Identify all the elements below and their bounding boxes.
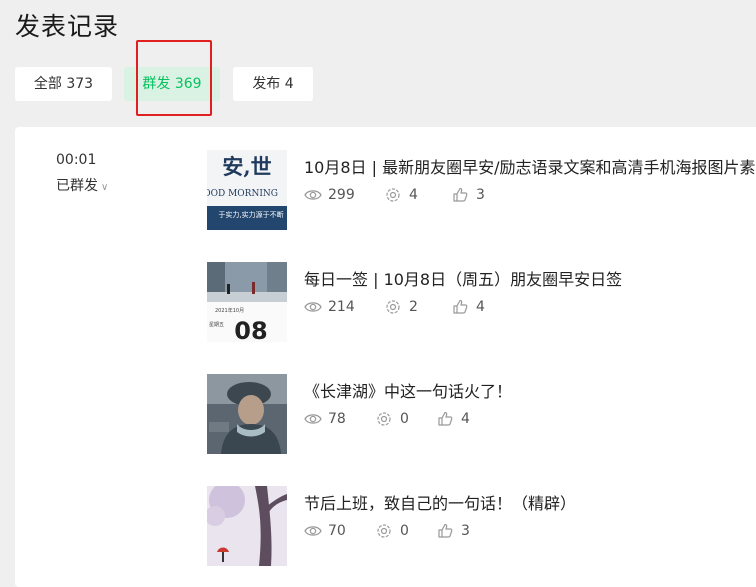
eye-icon <box>304 302 322 312</box>
article-item: 《长津湖》中这一句话火了！ 78 0 4 <box>207 374 756 456</box>
tab-all[interactable]: 全部 373 <box>15 67 112 101</box>
tab-publish[interactable]: 发布 4 <box>233 67 313 101</box>
article-title[interactable]: 节后上班，致自己的一句话！（精辟） <box>304 490 576 514</box>
article-thumbnail[interactable] <box>207 374 287 454</box>
article-thumbnail[interactable]: 安,世 GOOD MORNING 于实力,实力源于不断 <box>207 150 287 230</box>
status-dropdown[interactable]: 已群发 ∨ <box>56 175 108 195</box>
thumb-weekday: 星期五 <box>209 322 224 328</box>
share-icon <box>377 524 391 538</box>
share-icon <box>386 188 400 202</box>
article-title[interactable]: 《长津湖》中这一句话火了！ <box>304 378 512 402</box>
eye-icon <box>304 190 322 200</box>
article-thumbnail[interactable] <box>207 486 287 566</box>
annotation-highlight-box <box>136 40 212 116</box>
article-item: 节后上班，致自己的一句话！（精辟） 70 0 3 <box>207 486 756 568</box>
thumbs-up-icon <box>438 411 453 426</box>
thumb-date: 08 <box>234 317 267 342</box>
article-thumbnail[interactable]: 2021年10月 星期五 08 <box>207 262 287 342</box>
article-item: 2021年10月 星期五 08 每日一签 | 10月8日（周五）朋友圈早安日签 … <box>207 262 756 344</box>
chevron-down-icon: ∨ <box>101 182 109 193</box>
publish-time: 00:01 <box>56 152 97 168</box>
page-title: 发表记录 <box>15 12 120 41</box>
eye-icon <box>304 526 322 536</box>
thumbs-up-icon <box>453 299 468 314</box>
thumb-subtitle: GOOD MORNING <box>207 189 278 199</box>
thumb-caption: 2021年10月 <box>215 307 244 314</box>
thumb-caption: 于实力,实力源于不断 <box>218 210 283 219</box>
article-item: 安,世 GOOD MORNING 于实力,实力源于不断 10月8日 | 最新朋友… <box>207 150 756 232</box>
thumb-headline: 安,世 <box>222 154 271 179</box>
records-panel: 00:01 已群发∨ 安,世 GOOD MORNING 于实力,实力源于不断 1… <box>15 127 756 587</box>
thumbs-up-icon <box>438 523 453 538</box>
share-icon <box>386 300 400 314</box>
share-icon <box>377 412 391 426</box>
eye-icon <box>304 414 322 424</box>
article-title[interactable]: 10月8日 | 最新朋友圈早安/励志语录文案和高清手机海报图片素材 <box>304 154 756 178</box>
status-label: 已群发 <box>56 178 98 194</box>
thumbs-up-icon <box>453 187 468 202</box>
article-title[interactable]: 每日一签 | 10月8日（周五）朋友圈早安日签 <box>304 266 622 290</box>
